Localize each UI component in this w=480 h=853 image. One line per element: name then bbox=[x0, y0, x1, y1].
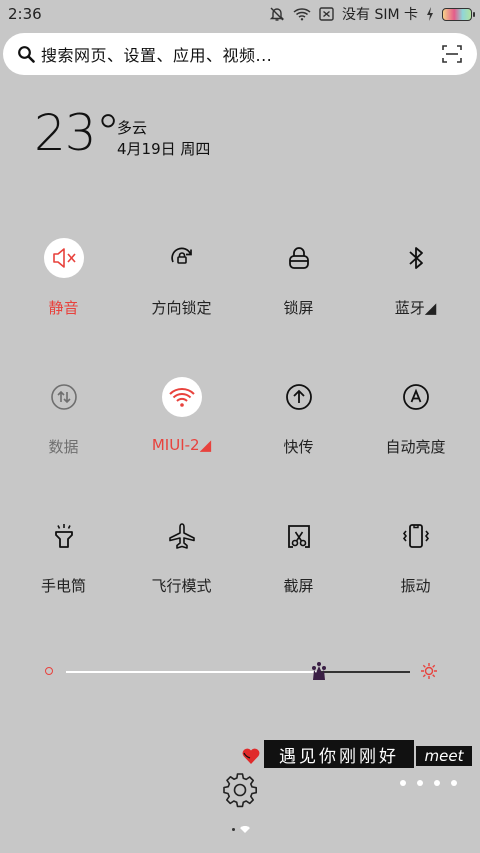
toggle-lock-screen-label: 锁屏 bbox=[283, 299, 314, 317]
brightness-track-filled bbox=[66, 671, 318, 673]
panel-pager bbox=[232, 826, 250, 833]
battery-icon bbox=[442, 7, 475, 21]
weather-temperature[interactable]: 23° bbox=[34, 108, 121, 158]
search-placeholder: 搜索网页、设置、应用、视频... bbox=[41, 46, 273, 65]
toggle-flashlight-label: 手电筒 bbox=[40, 577, 86, 595]
sim-status-text: 没有 SIM 卡 bbox=[342, 7, 418, 23]
flashlight-icon bbox=[44, 516, 84, 556]
toggle-airplane-label: 飞行模式 bbox=[151, 577, 212, 595]
settings-gear-icon[interactable] bbox=[221, 771, 259, 809]
toggle-auto-brightness[interactable]: 自动亮度 bbox=[357, 377, 474, 487]
toggle-quick-transfer-label: 快传 bbox=[283, 438, 314, 456]
quick-transfer-icon bbox=[279, 377, 319, 417]
toggle-mute-label: 静音 bbox=[48, 299, 79, 317]
auto-brightness-icon bbox=[396, 377, 436, 417]
pager-dot-notifications bbox=[232, 828, 235, 831]
toggle-vibrate[interactable]: 振动 bbox=[357, 516, 474, 626]
no-sim-icon bbox=[319, 7, 334, 21]
lock-icon bbox=[279, 238, 319, 278]
page-dot bbox=[400, 780, 406, 786]
vibrate-icon bbox=[396, 516, 436, 556]
page-dot bbox=[417, 780, 423, 786]
toggle-airplane[interactable]: 飞行模式 bbox=[123, 516, 240, 626]
toggle-auto-brightness-label: 自动亮度 bbox=[385, 438, 446, 456]
bluetooth-icon bbox=[396, 238, 436, 278]
toggle-rotation-lock-label: 方向锁定 bbox=[151, 299, 212, 317]
toggle-screenshot[interactable]: 截屏 bbox=[240, 516, 357, 626]
brightness-high-icon bbox=[421, 663, 437, 679]
weather-condition: 多云 bbox=[117, 119, 148, 137]
page-dot bbox=[451, 780, 457, 786]
status-icons: 没有 SIM 卡 bbox=[269, 4, 475, 24]
page-dots bbox=[400, 780, 457, 786]
toggle-screenshot-label: 截屏 bbox=[283, 577, 314, 595]
toggle-flashlight[interactable]: 手电筒 bbox=[5, 516, 122, 626]
theme-tag-english: meet bbox=[416, 746, 472, 766]
weather-date: 4月19日 周四 bbox=[117, 140, 211, 158]
brightness-low-icon bbox=[45, 667, 53, 675]
toggle-wifi-label: MIUI-2◢ bbox=[151, 436, 212, 454]
heart-icon bbox=[242, 748, 260, 764]
wifi-icon bbox=[161, 377, 202, 417]
search-bar[interactable]: 搜索网页、设置、应用、视频... bbox=[3, 33, 477, 75]
toggle-bluetooth-label: 蓝牙◢ bbox=[394, 299, 437, 317]
mobile-data-icon bbox=[44, 377, 84, 417]
theme-tag-chinese: 遇见你刚刚好 bbox=[264, 740, 414, 768]
toggle-wifi[interactable]: MIUI-2◢ bbox=[123, 377, 240, 487]
brightness-slider[interactable] bbox=[44, 660, 440, 682]
pager-wifi-icon bbox=[240, 826, 250, 833]
charging-icon bbox=[426, 7, 434, 21]
toggle-mobile-data-label: 数据 bbox=[48, 438, 79, 456]
toggle-vibrate-label: 振动 bbox=[400, 577, 431, 595]
toggle-mute[interactable]: 静音 bbox=[5, 238, 122, 348]
screenshot-icon bbox=[279, 516, 319, 556]
scan-icon[interactable] bbox=[441, 43, 463, 65]
toggle-mobile-data[interactable]: 数据 bbox=[5, 377, 122, 487]
brightness-track-empty bbox=[318, 671, 410, 673]
search-icon bbox=[18, 46, 35, 63]
brightness-thumb-icon[interactable] bbox=[310, 660, 328, 682]
status-time: 2:36 bbox=[8, 5, 42, 23]
airplane-icon bbox=[162, 516, 202, 556]
mute-icon bbox=[43, 238, 84, 278]
page-dot bbox=[434, 780, 440, 786]
wifi-status-icon bbox=[293, 7, 311, 21]
rotation-lock-icon bbox=[162, 238, 202, 278]
toggle-rotation-lock[interactable]: 方向锁定 bbox=[123, 238, 240, 348]
toggle-lock-screen[interactable]: 锁屏 bbox=[240, 238, 357, 348]
toggle-bluetooth[interactable]: 蓝牙◢ bbox=[357, 238, 474, 348]
status-bar: 2:36 没有 SIM 卡 bbox=[0, 0, 480, 28]
toggle-quick-transfer[interactable]: 快传 bbox=[240, 377, 357, 487]
silent-bell-icon bbox=[269, 6, 285, 22]
